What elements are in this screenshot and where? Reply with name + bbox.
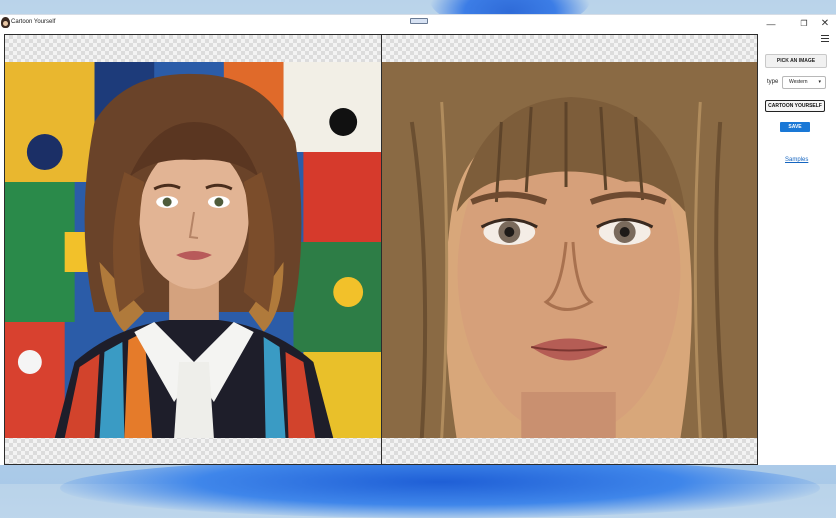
maximize-button[interactable]: ❐ <box>793 17 815 31</box>
original-image-pane[interactable] <box>4 34 382 465</box>
cartoon-photo <box>382 62 757 438</box>
original-photo <box>5 62 381 438</box>
type-label: type <box>767 79 779 85</box>
save-button[interactable]: SAVE <box>780 122 810 132</box>
title-bar[interactable]: Cartoon Yourself — ❐ ✕ <box>0 15 836 33</box>
wallpaper-swirl-bottom <box>60 458 820 518</box>
close-button[interactable]: ✕ <box>814 17 836 31</box>
cartoon-yourself-button[interactable]: CARTOON YOURSELF <box>765 100 825 112</box>
hamburger-menu-icon[interactable] <box>821 35 829 42</box>
drag-handle-icon[interactable] <box>410 18 428 24</box>
chevron-down-icon: ▾ <box>818 79 821 85</box>
type-select-value: Western <box>789 79 808 85</box>
pick-image-button[interactable]: PICK AN IMAGE <box>765 54 827 68</box>
window-title: Cartoon Yourself <box>11 19 56 25</box>
samples-link[interactable]: Samples <box>785 157 808 163</box>
app-logo-icon <box>1 17 10 28</box>
cartoon-image-pane[interactable] <box>381 34 758 465</box>
type-select[interactable]: Western ▾ <box>782 76 826 89</box>
app-window: Cartoon Yourself — ❐ ✕ PICK AN IMAGE typ… <box>0 14 836 465</box>
minimize-button[interactable]: — <box>760 17 782 31</box>
